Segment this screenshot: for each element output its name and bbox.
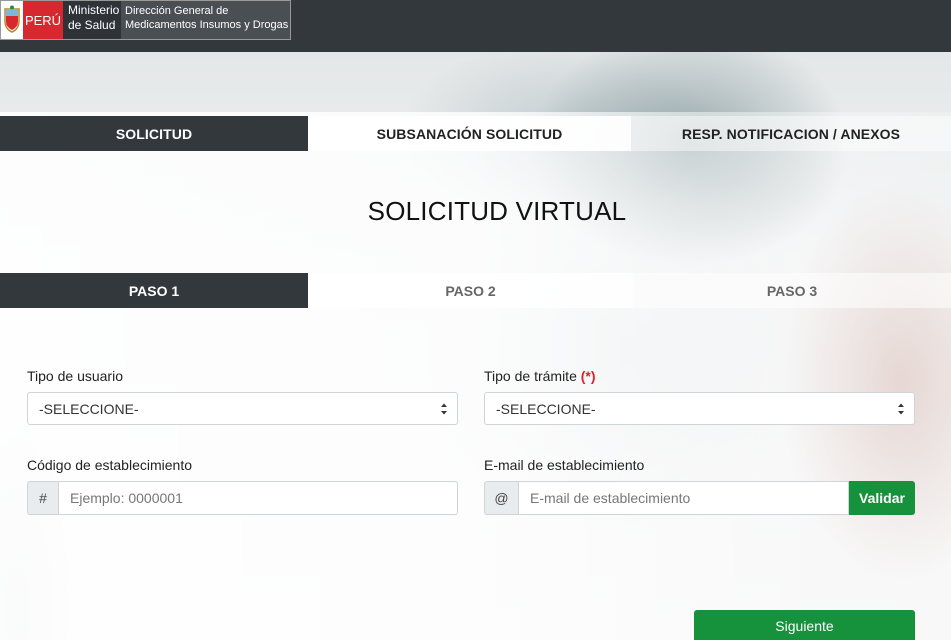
tipo-usuario-select[interactable]: -SELECCIONE- <box>27 392 458 425</box>
step-2-tab[interactable]: PASO 2 <box>308 273 633 308</box>
ministry-label: Ministerio de Salud <box>63 1 121 39</box>
tab-resp-notificacion-anexos[interactable]: RESP. NOTIFICACION / ANEXOS <box>631 116 951 151</box>
peru-label: PERÚ <box>23 1 63 39</box>
email-label: E-mail de establecimiento <box>484 457 645 473</box>
select-arrows-icon <box>441 403 447 415</box>
agency-line-2: Medicamentos Insumos y Drogas <box>125 19 289 31</box>
tipo-tramite-selected: -SELECCIONE- <box>496 400 596 417</box>
ministry-line-1: Ministerio <box>68 3 120 17</box>
tipo-usuario-selected: -SELECCIONE- <box>39 400 139 417</box>
ministry-line-2: de Salud <box>68 18 116 32</box>
email-input-group: @ E-mail de establecimiento Validar <box>484 481 915 515</box>
codigo-input[interactable]: Ejemplo: 0000001 <box>59 481 458 515</box>
minsa-logo[interactable]: PERÚ Ministerio de Salud Dirección Gener… <box>0 0 291 40</box>
agency-label: Dirección General de Medicamentos Insumo… <box>121 1 290 39</box>
top-header: PERÚ Ministerio de Salud Dirección Gener… <box>0 0 951 52</box>
codigo-label: Código de establecimiento <box>27 457 192 473</box>
step-1-tab[interactable]: PASO 1 <box>0 273 308 308</box>
select-arrows-icon <box>898 403 904 415</box>
tipo-tramite-select[interactable]: -SELECCIONE- <box>484 392 915 425</box>
siguiente-button[interactable]: Siguiente <box>694 610 915 640</box>
tipo-usuario-label: Tipo de usuario <box>27 368 123 384</box>
validar-button[interactable]: Validar <box>849 481 915 515</box>
required-mark: (*) <box>580 368 596 384</box>
hash-icon: # <box>27 481 59 515</box>
tab-solicitud[interactable]: SOLICITUD <box>0 116 308 151</box>
at-icon: @ <box>484 481 519 515</box>
email-input[interactable]: E-mail de establecimiento <box>519 481 849 515</box>
tab-subsanacion-solicitud[interactable]: SUBSANACIÓN SOLICITUD <box>308 116 631 151</box>
page-title: SOLICITUD VIRTUAL <box>367 196 627 226</box>
tipo-tramite-label: Tipo de trámite (*) <box>484 368 596 384</box>
tipo-tramite-label-text: Tipo de trámite <box>484 368 577 384</box>
codigo-input-group: # Ejemplo: 0000001 <box>27 481 458 515</box>
main-tabs: SOLICITUD SUBSANACIÓN SOLICITUD RESP. NO… <box>0 116 951 151</box>
coat-of-arms-icon <box>1 1 23 39</box>
agency-line-1: Dirección General de <box>125 5 229 17</box>
step-tabs: PASO 1 PASO 2 PASO 3 <box>0 273 951 308</box>
step-3-tab[interactable]: PASO 3 <box>633 273 951 308</box>
